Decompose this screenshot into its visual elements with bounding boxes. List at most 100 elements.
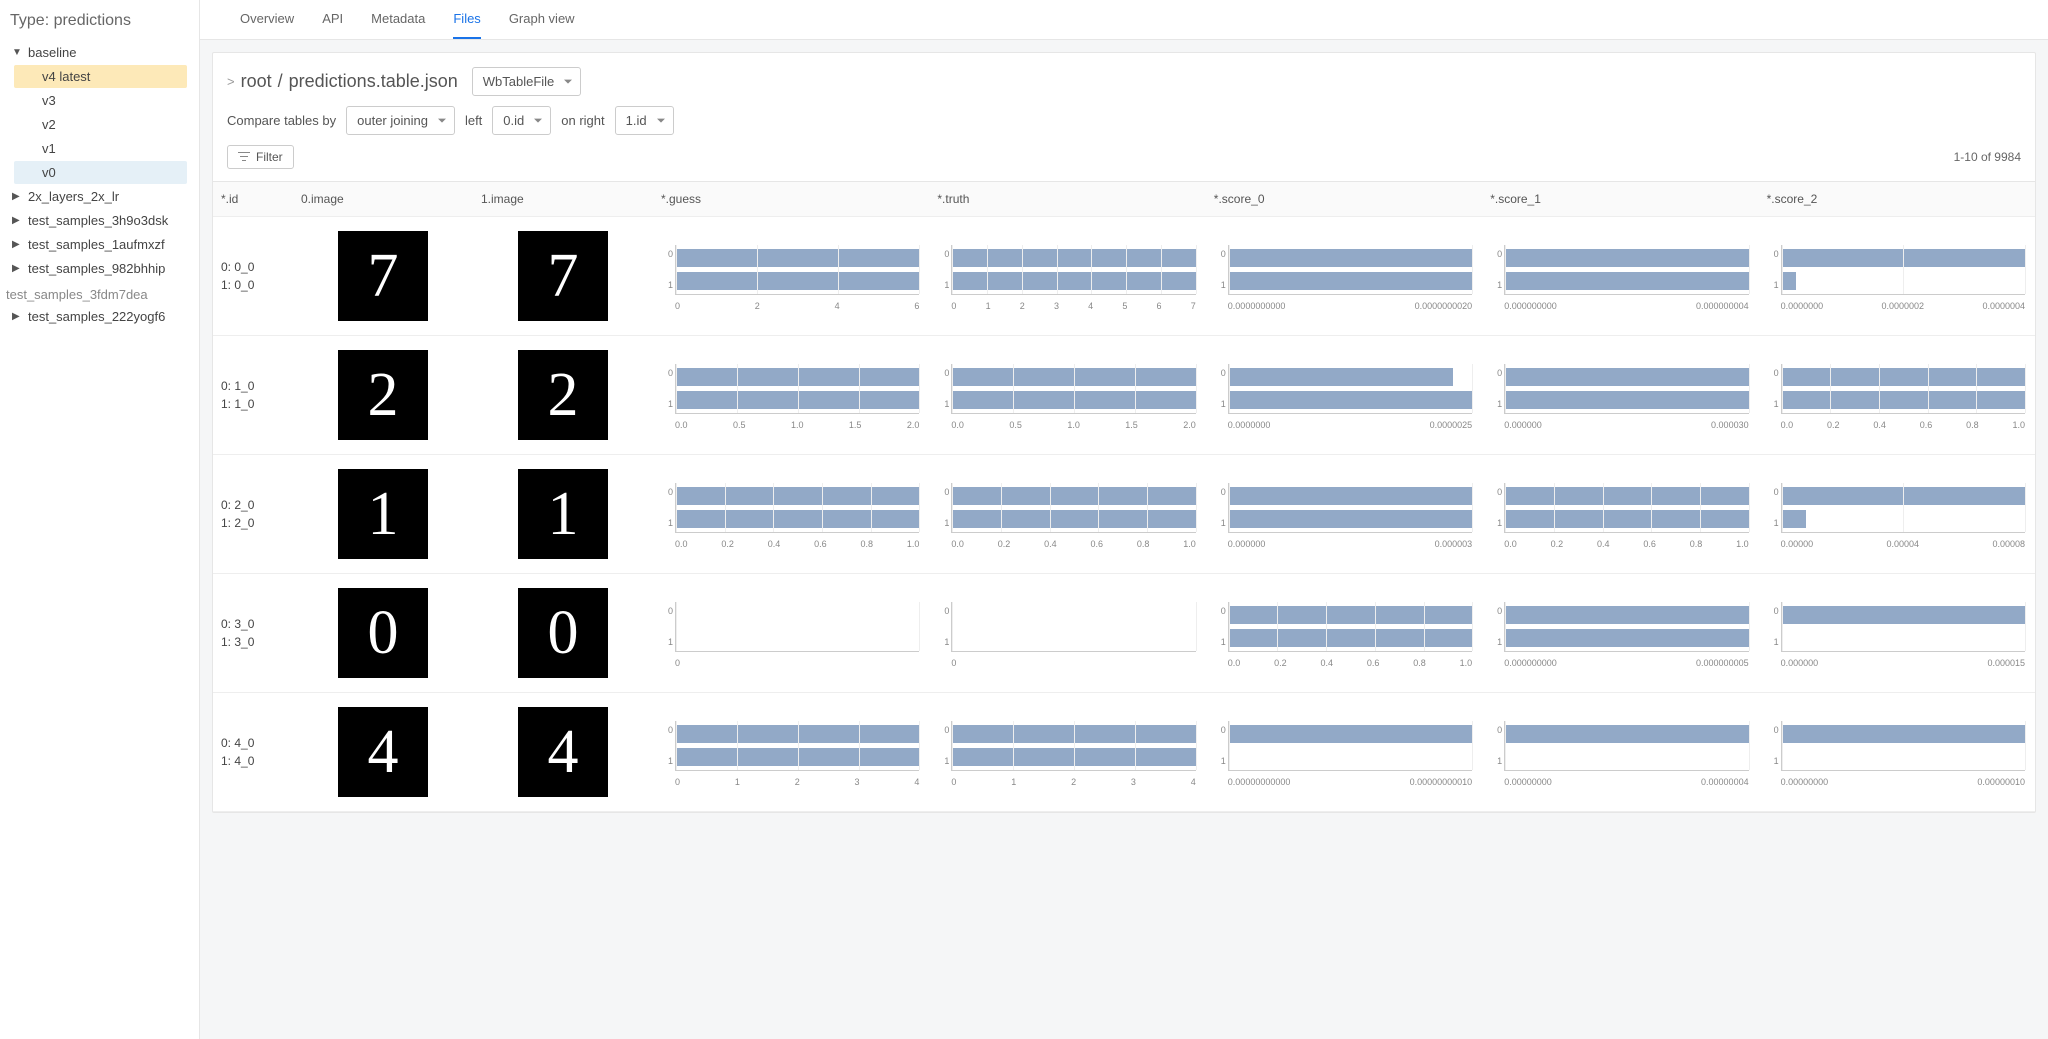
tree-leaf[interactable]: v0 (14, 161, 187, 184)
chart-body (951, 721, 1195, 771)
caret-right-icon: ▶ (12, 263, 22, 274)
mini-bar-chart[interactable]: 0101234567 (937, 241, 1197, 311)
score_0-cell: 010.00000000000.0000000020 (1206, 227, 1482, 325)
tree-group[interactable]: ▼baseline (4, 41, 191, 64)
chart-xtick: 0.4 (1321, 658, 1334, 668)
tab-overview[interactable]: Overview (240, 0, 294, 39)
chart-ytick: 0 (1769, 368, 1779, 378)
image-0-cell[interactable]: 1 (293, 455, 473, 573)
score_0-cell: 010.00.20.40.60.81.0 (1206, 584, 1482, 682)
tree-leaf[interactable]: v1 (14, 137, 187, 160)
mini-bar-chart[interactable]: 010.00.20.40.60.81.0 (1767, 360, 2027, 430)
column-header[interactable]: *.score_1 (1482, 182, 1758, 216)
tree-leaf[interactable]: v2 (14, 113, 187, 136)
breadcrumb[interactable]: > root / predictions.table.json (227, 71, 458, 92)
column-header[interactable]: *.id (213, 182, 293, 216)
tree-leaf[interactable]: v3 (14, 89, 187, 112)
tab-files[interactable]: Files (453, 0, 480, 39)
tree-leaf[interactable]: v4 latest (14, 65, 187, 88)
chart-xtick: 0 (675, 777, 680, 787)
chart-body (1504, 483, 1748, 533)
mini-bar-chart[interactable]: 010.0000000.000003 (1214, 479, 1474, 549)
chart-ytick: 1 (663, 399, 673, 409)
mini-bar-chart[interactable]: 010.00.20.40.60.81.0 (661, 479, 921, 549)
mini-bar-chart[interactable]: 010.00.20.40.60.81.0 (937, 479, 1197, 549)
digit-image: 1 (518, 469, 608, 559)
column-header[interactable]: *.guess (653, 182, 929, 216)
truth-cell: 010.00.51.01.52.0 (929, 346, 1205, 444)
mini-bar-chart[interactable]: 010.00.51.01.52.0 (937, 360, 1197, 430)
column-header[interactable]: 1.image (473, 182, 653, 216)
filter-button[interactable]: Filter (227, 145, 294, 169)
mini-bar-chart[interactable]: 010.000000000.00000010 (1767, 717, 2027, 787)
mini-bar-chart[interactable]: 010.00000000.0000025 (1214, 360, 1474, 430)
tree-group[interactable]: ▶test_samples_222yogf6 (4, 305, 191, 328)
image-1-cell[interactable]: 1 (473, 455, 653, 573)
mini-bar-chart[interactable]: 010 (661, 598, 921, 668)
chart-xtick: 0.8 (1690, 539, 1703, 549)
chart-body (1781, 364, 2025, 414)
mini-bar-chart[interactable]: 010.00.51.01.52.0 (661, 360, 921, 430)
mini-bar-chart[interactable]: 010.000000000000.00000000010 (1214, 717, 1474, 787)
left-key-select[interactable]: 0.id (492, 106, 551, 135)
mini-bar-chart[interactable]: 010.00000000000.0000000020 (1214, 241, 1474, 311)
chart-xtick: 2.0 (1183, 420, 1196, 430)
mini-bar-chart[interactable]: 010.00000000.00000020.0000004 (1767, 241, 2027, 311)
chart-xaxis: 0.00.51.01.52.0 (675, 420, 919, 430)
digit-image: 2 (518, 350, 608, 440)
column-header[interactable]: *.score_2 (1759, 182, 2035, 216)
tree-group[interactable]: ▶test_samples_3h9o3dsk (4, 209, 191, 232)
mini-bar-chart[interactable]: 0101234 (661, 717, 921, 787)
image-1-cell[interactable]: 2 (473, 336, 653, 454)
chart-ytick: 1 (939, 756, 949, 766)
mini-bar-chart[interactable]: 010 (937, 598, 1197, 668)
chart-ytick: 0 (939, 249, 949, 259)
bar-series-0 (952, 368, 1195, 386)
join-select[interactable]: outer joining (346, 106, 455, 135)
chart-body (1504, 364, 1748, 414)
mini-bar-chart[interactable]: 010.0000000000.000000004 (1490, 241, 1750, 311)
image-0-cell[interactable]: 2 (293, 336, 473, 454)
tab-api[interactable]: API (322, 0, 343, 39)
chart-xaxis: 0 (675, 658, 919, 668)
chart-xtick: 0.00000010 (1977, 777, 2025, 787)
chart-xaxis: 0.000000000.00000004 (1504, 777, 1748, 787)
mini-bar-chart[interactable]: 010.000000.000040.00008 (1767, 479, 2027, 549)
tree-group[interactable]: ▶test_samples_1aufmxzf (4, 233, 191, 256)
mini-bar-chart[interactable]: 010.00.20.40.60.81.0 (1490, 479, 1750, 549)
chart-xaxis: 0.00.20.40.60.81.0 (1504, 539, 1748, 549)
chart-xaxis: 0.00.20.40.60.81.0 (951, 539, 1195, 549)
bar-series-1 (676, 272, 919, 290)
right-key-select[interactable]: 1.id (615, 106, 674, 135)
chart-body (675, 245, 919, 295)
column-header[interactable]: *.truth (929, 182, 1205, 216)
chart-xaxis: 0.00.20.40.60.81.0 (1781, 420, 2025, 430)
image-1-cell[interactable]: 7 (473, 217, 653, 335)
image-0-cell[interactable]: 7 (293, 217, 473, 335)
tab-graph-view[interactable]: Graph view (509, 0, 575, 39)
tree-group[interactable]: ▶test_samples_982bhhip (4, 257, 191, 280)
image-0-cell[interactable]: 0 (293, 574, 473, 692)
chart-xtick: 2 (1020, 301, 1025, 311)
chart-xtick: 2 (1071, 777, 1076, 787)
mini-bar-chart[interactable]: 010.000000000.00000004 (1490, 717, 1750, 787)
mini-bar-chart[interactable]: 0101234 (937, 717, 1197, 787)
image-1-cell[interactable]: 0 (473, 574, 653, 692)
filetype-select[interactable]: WbTableFile (472, 67, 582, 96)
chart-xtick: 1.0 (1736, 539, 1749, 549)
data-table: *.id0.image1.image*.guess*.truth*.score_… (213, 181, 2035, 812)
column-header[interactable]: 0.image (293, 182, 473, 216)
mini-bar-chart[interactable]: 010.0000000000.000000005 (1490, 598, 1750, 668)
mini-bar-chart[interactable]: 010.0000000.000030 (1490, 360, 1750, 430)
image-1-cell[interactable]: 4 (473, 693, 653, 811)
caret-right-icon: ▶ (12, 191, 22, 202)
mini-bar-chart[interactable]: 010.0000000.000015 (1767, 598, 2027, 668)
image-0-cell[interactable]: 4 (293, 693, 473, 811)
chart-xaxis: 0.0000000.000003 (1228, 539, 1472, 549)
tree-group[interactable]: ▶2x_layers_2x_lr (4, 185, 191, 208)
tab-metadata[interactable]: Metadata (371, 0, 425, 39)
bar-series-0 (1782, 487, 2025, 505)
mini-bar-chart[interactable]: 010.00.20.40.60.81.0 (1214, 598, 1474, 668)
column-header[interactable]: *.score_0 (1206, 182, 1482, 216)
mini-bar-chart[interactable]: 010246 (661, 241, 921, 311)
